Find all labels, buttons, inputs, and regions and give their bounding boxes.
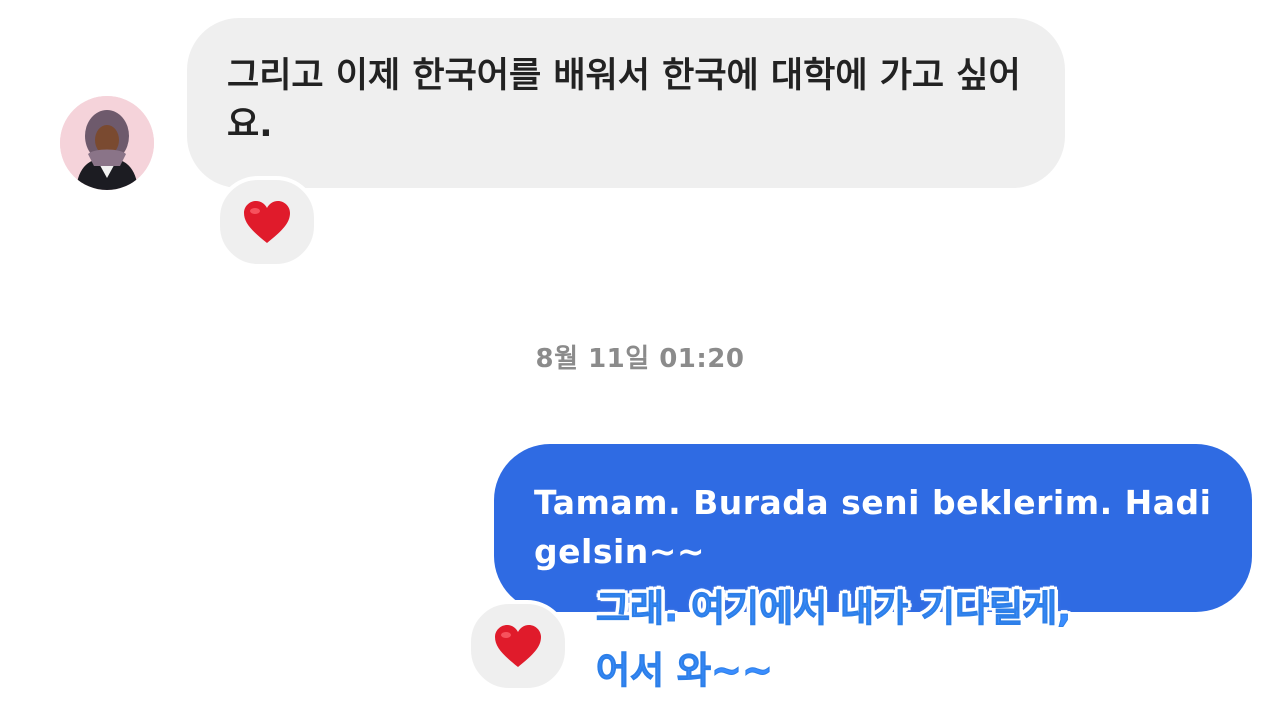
outgoing-message-text: Tamam. Burada seni beklerim. Hadi gelsin… (534, 483, 1212, 571)
translation-caption-line-1: 그래. 여기에서 내가 기다릴게, (596, 587, 1072, 631)
outgoing-reaction[interactable] (467, 600, 569, 692)
incoming-reaction[interactable] (216, 176, 318, 268)
chat-screen: 그리고 이제 한국어를 배워서 한국에 대학에 가고 싶어요. 8월 11일 0… (0, 0, 1280, 709)
message-timestamp: 8월 11일 01:20 (535, 344, 745, 374)
incoming-message-text: 그리고 이제 한국어를 배워서 한국에 대학에 가고 싶어요. (227, 56, 1021, 145)
heart-icon (495, 625, 541, 667)
incoming-message-bubble[interactable]: 그리고 이제 한국어를 배워서 한국에 대학에 가고 싶어요. (187, 18, 1065, 188)
translation-caption-line-2: 어서 와~~ (596, 649, 774, 693)
heart-icon (244, 201, 290, 243)
translation-caption: 그래. 여기에서 내가 기다릴게, 어서 와~~ (596, 578, 1256, 702)
sender-avatar[interactable] (60, 96, 154, 190)
